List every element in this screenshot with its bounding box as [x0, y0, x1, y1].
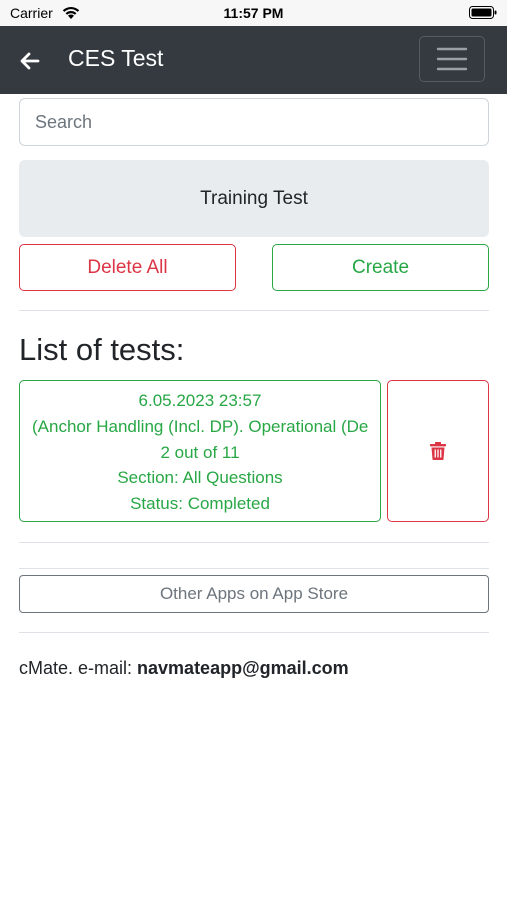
navbar: CES Test [0, 26, 507, 94]
delete-test-button[interactable] [387, 380, 489, 522]
status-bar: Carrier 11:57 PM [0, 0, 507, 26]
battery-icon [469, 6, 497, 19]
contact-email-link[interactable]: navmateapp@gmail.com [137, 658, 349, 678]
back-button[interactable] [14, 46, 46, 76]
test-section: Section: All Questions [117, 468, 283, 487]
arrow-left-icon [20, 52, 40, 70]
training-test-button[interactable]: Training Test [19, 160, 489, 237]
divider [19, 568, 489, 569]
other-apps-button[interactable]: Other Apps on App Store [19, 575, 489, 613]
test-name: (Anchor Handling (Incl. DP). Operational… [32, 417, 369, 436]
test-date: 6.05.2023 23:57 [138, 391, 262, 410]
search-input[interactable] [19, 98, 489, 146]
menu-button[interactable] [419, 36, 485, 82]
test-card[interactable]: 6.05.2023 23:57 (Anchor Handling (Incl. … [19, 380, 381, 522]
contact-prefix: cMate. e-mail: [19, 658, 138, 678]
contact-line: cMate. e-mail: navmateapp@gmail.com [19, 658, 349, 679]
page-title: CES Test [68, 45, 164, 71]
delete-all-button[interactable]: Delete All [19, 244, 236, 291]
status-time: 11:57 PM [223, 5, 284, 21]
trash-icon [430, 442, 446, 460]
create-button[interactable]: Create [272, 244, 489, 291]
divider [19, 632, 489, 633]
list-heading: List of tests: [19, 332, 185, 367]
hamburger-icon [436, 47, 468, 71]
test-status: Status: Completed [130, 494, 270, 513]
divider [19, 542, 489, 543]
divider [19, 310, 489, 311]
test-score: 2 out of 11 [160, 443, 240, 462]
